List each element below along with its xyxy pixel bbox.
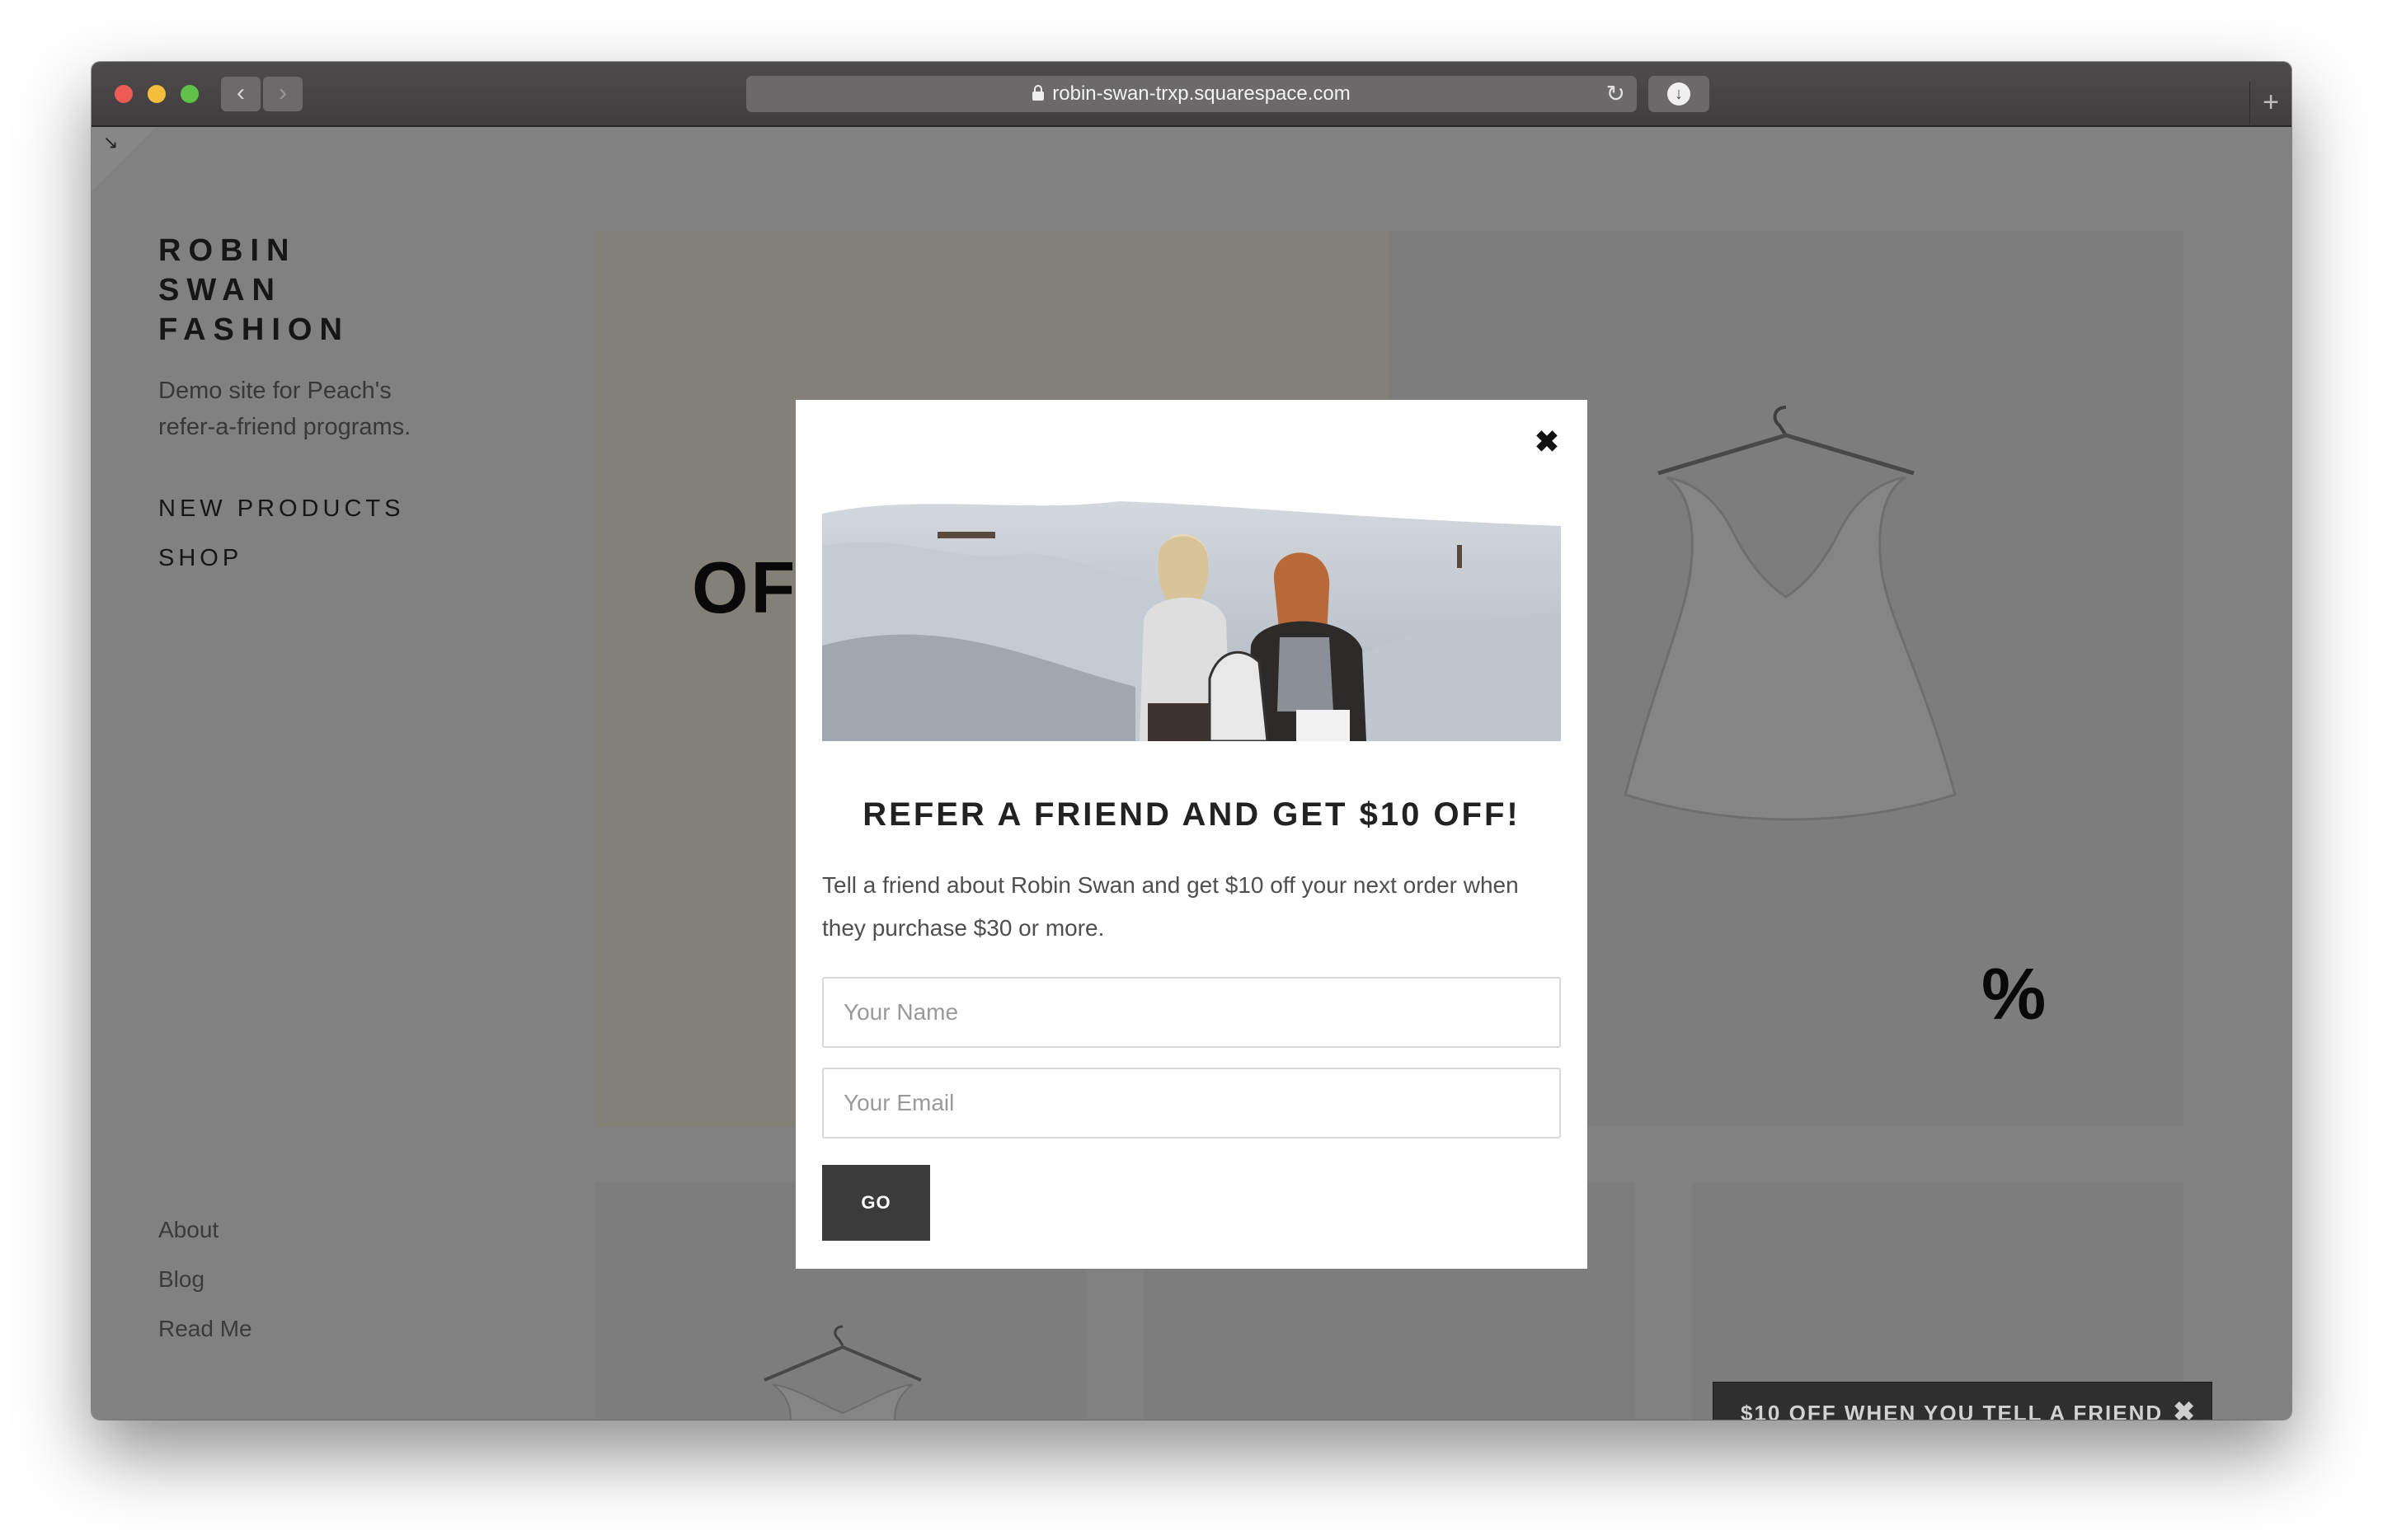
arrow-down-right-icon[interactable]: ↘ [103, 132, 118, 153]
close-icon[interactable]: ✖ [2173, 1396, 2195, 1420]
chevron-right-icon: › [279, 79, 287, 106]
chevron-left-icon: ‹ [237, 79, 245, 106]
back-button[interactable]: ‹ [221, 77, 261, 111]
close-icon[interactable]: ✖ [1535, 425, 1559, 459]
download-icon: ↓ [1667, 82, 1690, 106]
refer-friend-modal: ✖ REFER A FRIEND AND GET $10 OFF! Tell a… [796, 400, 1587, 1269]
email-field[interactable] [822, 1068, 1561, 1139]
refer-friend-tab[interactable]: $10 OFF WHEN YOU TELL A FRIEND ✖ [1713, 1382, 2212, 1420]
new-tab-button[interactable]: + [2249, 82, 2291, 124]
browser-window: ‹ › robin-swan-trxp.squarespace.com ↻ ↓ … [92, 62, 2291, 1420]
zoom-window-button[interactable] [181, 85, 199, 103]
minimize-window-button[interactable] [148, 85, 166, 103]
web-page: ↘ ROBIN SWAN FASHION Demo site for Peach… [92, 127, 2291, 1420]
address-bar[interactable]: robin-swan-trxp.squarespace.com ↻ [746, 76, 1637, 112]
url-text: robin-swan-trxp.squarespace.com [1052, 82, 1351, 105]
close-window-button[interactable] [115, 85, 133, 103]
name-field[interactable] [822, 977, 1561, 1048]
modal-description: Tell a friend about Robin Swan and get $… [822, 872, 1519, 941]
downloads-button[interactable]: ↓ [1648, 76, 1709, 112]
refer-tab-label: $10 OFF WHEN YOU TELL A FRIEND [1741, 1401, 2164, 1420]
reload-icon[interactable]: ↻ [1606, 76, 1625, 112]
modal-title: REFER A FRIEND AND GET $10 OFF! [862, 796, 1521, 833]
go-button[interactable]: GO [822, 1165, 930, 1241]
forward-button[interactable]: › [263, 77, 303, 111]
title-bar: ‹ › robin-swan-trxp.squarespace.com ↻ ↓ … [92, 62, 2291, 127]
lock-icon [1032, 85, 1045, 101]
hero-photo [822, 497, 1561, 741]
